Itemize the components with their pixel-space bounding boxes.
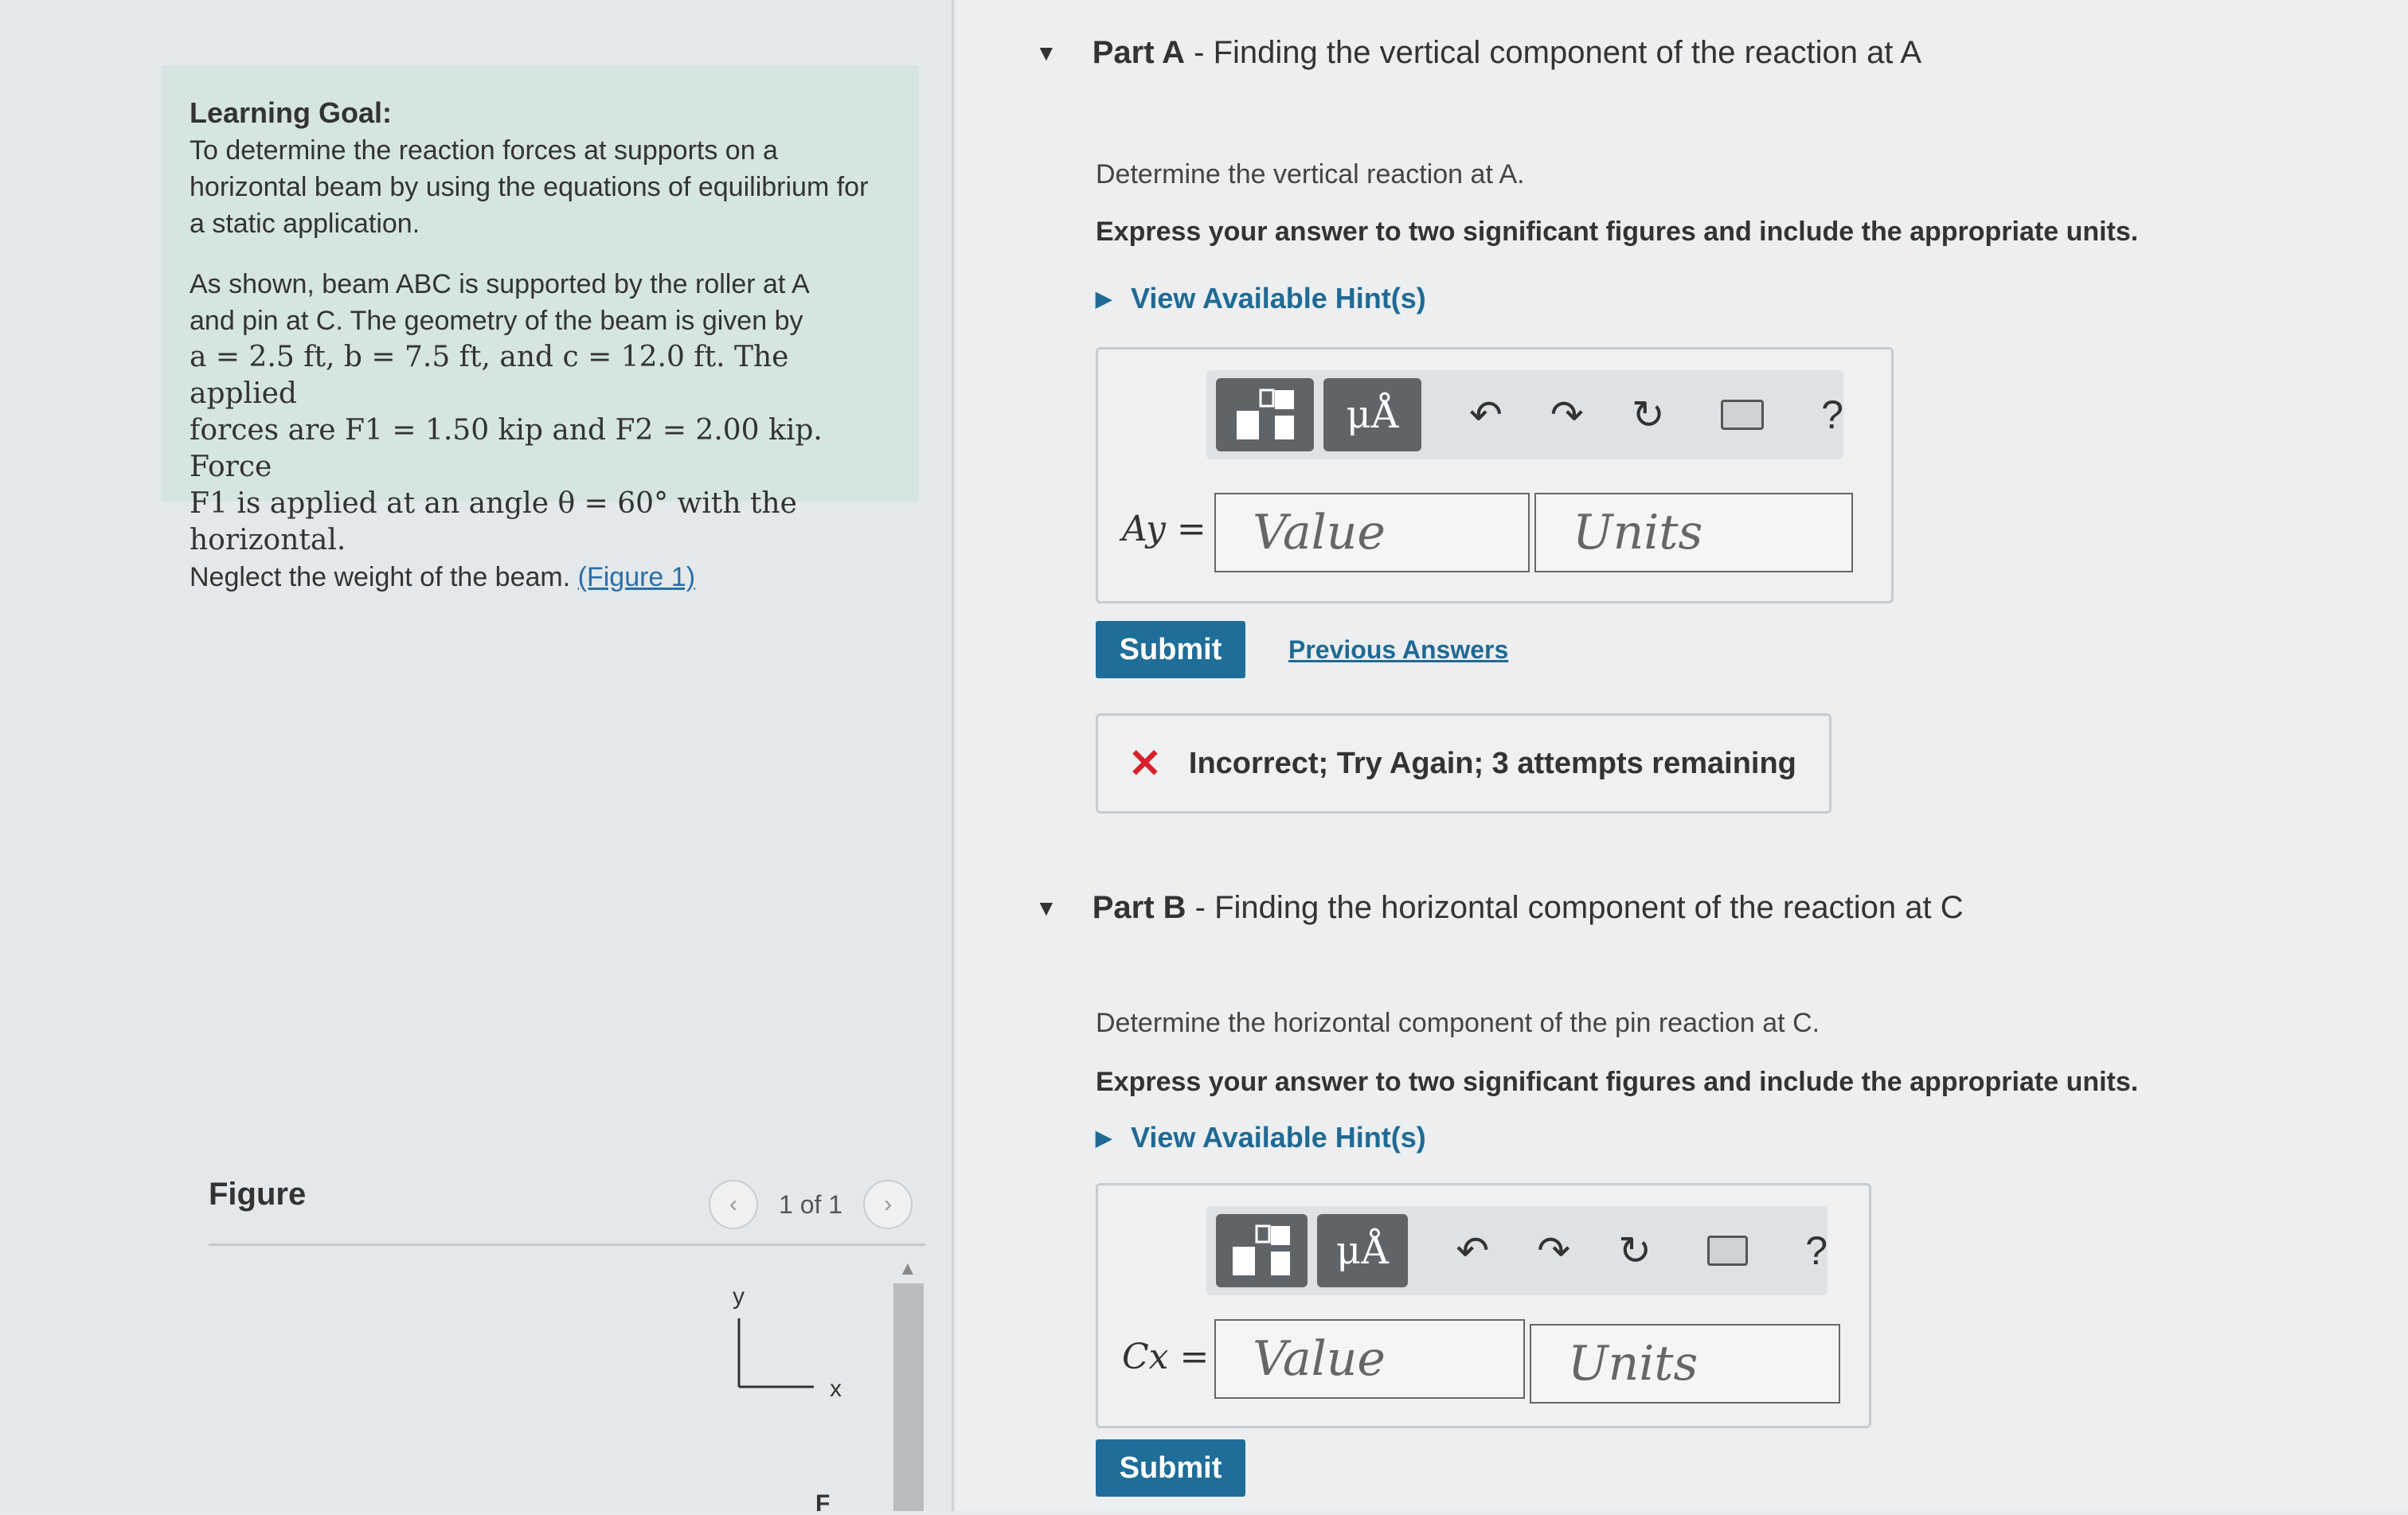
part-b-toolbar: μÅ ↶ ↷ ↻ ?: [1206, 1206, 1828, 1295]
keyboard-icon[interactable]: [1707, 1236, 1749, 1266]
desc-line-1: As shown, beam ABC is supported by the r…: [190, 269, 810, 299]
hint-arrow-icon: ▶: [1096, 1125, 1112, 1150]
help-icon[interactable]: ?: [1821, 392, 1843, 438]
figure-label: Figure: [209, 1177, 307, 1212]
part-a-question: Determine the vertical reaction at A.: [1096, 159, 1525, 189]
incorrect-x-icon: ✕: [1128, 741, 1162, 786]
part-a-units-input[interactable]: Units: [1534, 493, 1853, 572]
units-icon[interactable]: μÅ: [1323, 378, 1421, 451]
part-a-submit-button[interactable]: Submit: [1096, 621, 1245, 678]
part-a-hint-label: View Available Hint(s): [1131, 282, 1426, 314]
figure-area: y x F: [209, 1248, 925, 1515]
part-a-answer-box: μÅ ↶ ↷ ↻ ? Ay = Value Units: [1096, 347, 1894, 603]
redo-icon[interactable]: ↷: [1550, 392, 1584, 438]
collapse-triangle-icon[interactable]: ▼: [1035, 896, 1057, 921]
desc-line-3: a = 2.5 ft, b = 7.5 ft, and c = 12.0 ft.…: [190, 341, 789, 410]
part-b-title: Part B - Finding the horizontal componen…: [1092, 890, 1964, 925]
part-b-value-input[interactable]: Value: [1214, 1319, 1525, 1399]
part-b-submit-button[interactable]: Submit: [1096, 1439, 1245, 1497]
desc-line-6-text: Neglect the weight of the beam.: [190, 562, 571, 592]
learning-goal-box: Learning Goal: To determine the reaction…: [161, 65, 919, 592]
units-icon[interactable]: μÅ: [1316, 1214, 1409, 1287]
figure-scrollbar[interactable]: [893, 1283, 924, 1511]
desc-line-6: Neglect the weight of the beam. (Figure …: [190, 559, 890, 595]
part-b-hint-toggle[interactable]: ▶ View Available Hint(s): [1096, 1121, 1426, 1154]
keyboard-icon[interactable]: [1720, 400, 1765, 430]
figure-svg: y x F: [733, 1283, 842, 1515]
pager-text: 1 of 1: [779, 1189, 843, 1219]
right-panel: ▼ Part A - Finding the vertical componen…: [956, 0, 2408, 1511]
axis-y-label: y: [733, 1283, 745, 1310]
part-b-instruction: Express your answer to two significant f…: [1096, 1067, 2139, 1097]
goal-text: To determine the reaction forces at supp…: [190, 135, 869, 239]
goal-heading: Learning Goal:: [190, 96, 393, 129]
undo-icon[interactable]: ↶: [1456, 1228, 1489, 1274]
part-a-title: Part A - Finding the vertical component …: [1092, 35, 1922, 70]
part-a-var-label: Ay =: [1122, 509, 1206, 549]
part-a-instruction: Express your answer to two significant f…: [1096, 217, 2139, 247]
part-b-hint-label: View Available Hint(s): [1131, 1121, 1426, 1154]
part-b-answer-box: μÅ ↶ ↷ ↻ ? Cx = Value Units: [1096, 1183, 1871, 1428]
templates-icon[interactable]: [1216, 378, 1314, 451]
part-b-question: Determine the horizontal component of th…: [1096, 1008, 1820, 1038]
redo-icon[interactable]: ↷: [1537, 1228, 1570, 1274]
figure-partial-label: F: [815, 1490, 830, 1511]
templates-glyph: [1236, 389, 1294, 439]
help-icon[interactable]: ?: [1805, 1228, 1828, 1274]
desc-line-2: and pin at C. The geometry of the beam i…: [190, 306, 803, 336]
problem-description: As shown, beam ABC is supported by the r…: [190, 266, 890, 595]
part-a-toolbar: μÅ ↶ ↷ ↻ ?: [1206, 370, 1843, 459]
desc-line-5: F1 is applied at an angle θ = 60° with t…: [190, 487, 797, 556]
reset-icon[interactable]: ↻: [1632, 392, 1665, 438]
part-b-units-input[interactable]: Units: [1530, 1324, 1840, 1404]
templates-icon[interactable]: [1216, 1214, 1308, 1287]
chevron-right-icon[interactable]: ›: [863, 1180, 913, 1229]
part-a-hint-toggle[interactable]: ▶ View Available Hint(s): [1096, 282, 1426, 315]
scroll-up-icon[interactable]: ▲: [898, 1258, 917, 1280]
part-b-header[interactable]: ▼ Part B - Finding the horizontal compon…: [1035, 890, 1964, 926]
templates-glyph: [1233, 1224, 1291, 1275]
part-b-var-label: Cx =: [1122, 1337, 1210, 1377]
figure-pager: ‹ 1 of 1 ›: [709, 1180, 913, 1229]
part-a-header[interactable]: ▼ Part A - Finding the vertical componen…: [1035, 35, 1921, 71]
left-panel: Learning Goal: To determine the reaction…: [0, 0, 954, 1515]
hint-arrow-icon: ▶: [1096, 286, 1112, 310]
undo-icon[interactable]: ↶: [1469, 392, 1503, 438]
figure-divider: [209, 1244, 925, 1246]
chevron-left-icon[interactable]: ‹: [709, 1180, 758, 1229]
collapse-triangle-icon[interactable]: ▼: [1035, 41, 1057, 66]
part-a-feedback: ✕ Incorrect; Try Again; 3 attempts remai…: [1096, 713, 1831, 814]
previous-answers-link[interactable]: Previous Answers: [1288, 635, 1508, 665]
part-a-value-input[interactable]: Value: [1214, 493, 1530, 572]
reset-icon[interactable]: ↻: [1618, 1228, 1652, 1274]
axis-x-label: x: [830, 1376, 842, 1402]
feedback-message: Incorrect; Try Again; 3 attempts remaini…: [1188, 746, 1796, 780]
figure-link[interactable]: (Figure 1): [578, 562, 695, 592]
desc-line-4: forces are F1 = 1.50 kip and F2 = 2.00 k…: [190, 414, 823, 483]
